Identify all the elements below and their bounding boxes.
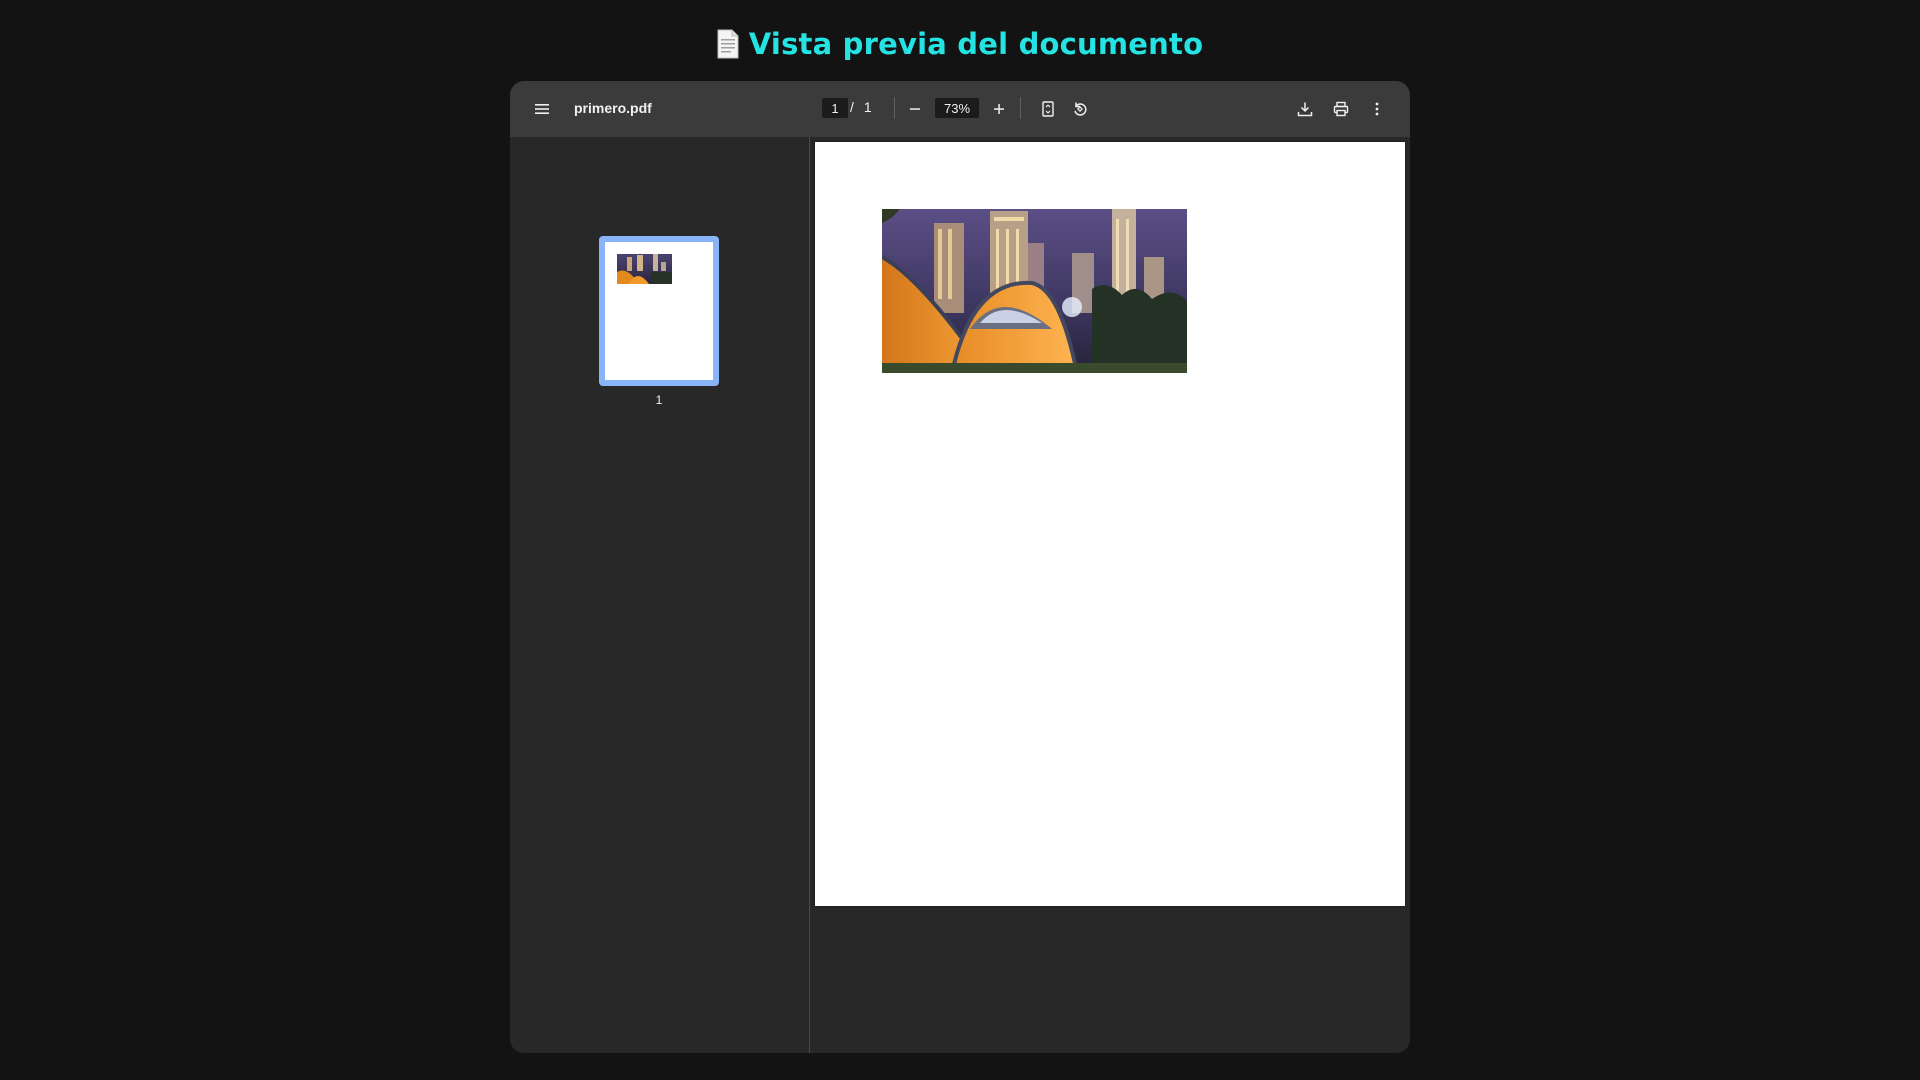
pdf-viewer: primero.pdf / 1 — [510, 81, 1410, 1053]
page-number-input[interactable] — [822, 98, 848, 118]
download-button[interactable] — [1291, 95, 1319, 123]
print-icon — [1333, 101, 1349, 117]
download-icon — [1297, 101, 1313, 117]
fit-to-page-icon — [1042, 101, 1054, 117]
file-name: primero.pdf — [574, 100, 652, 116]
page-count: / 1 — [850, 99, 890, 115]
page-header: Vista previa del documento — [0, 22, 1920, 66]
pdf-toolbar: primero.pdf / 1 — [510, 81, 1410, 137]
hamburger-menu-icon[interactable] — [528, 95, 556, 123]
document-emoji-icon — [717, 29, 739, 59]
more-options-button[interactable] — [1363, 95, 1391, 123]
zoom-out-button[interactable] — [901, 95, 929, 123]
print-button[interactable] — [1327, 95, 1355, 123]
pdf-page — [815, 142, 1405, 906]
toolbar-divider — [894, 97, 895, 119]
rotate-button[interactable] — [1066, 95, 1094, 123]
page-separator: / — [850, 99, 854, 115]
page-thumbnail[interactable] — [599, 236, 719, 386]
document-area — [810, 137, 1410, 1053]
page-title: Vista previa del documento — [748, 27, 1204, 61]
zoom-in-button[interactable] — [985, 95, 1013, 123]
thumbnail-page — [605, 242, 713, 380]
plus-icon — [993, 103, 1005, 115]
zoom-input[interactable] — [935, 98, 979, 118]
thumbnail-sidebar: 1 — [510, 137, 810, 1053]
rotate-counterclockwise-icon — [1072, 101, 1088, 117]
total-pages: 1 — [863, 99, 872, 115]
minus-icon — [909, 103, 921, 115]
more-vertical-icon — [1375, 102, 1379, 116]
thumbnail-image — [617, 254, 672, 284]
document-image — [882, 209, 1187, 373]
toolbar-divider — [1020, 97, 1021, 119]
fit-to-page-button[interactable] — [1034, 95, 1062, 123]
thumbnail-label: 1 — [655, 393, 663, 407]
